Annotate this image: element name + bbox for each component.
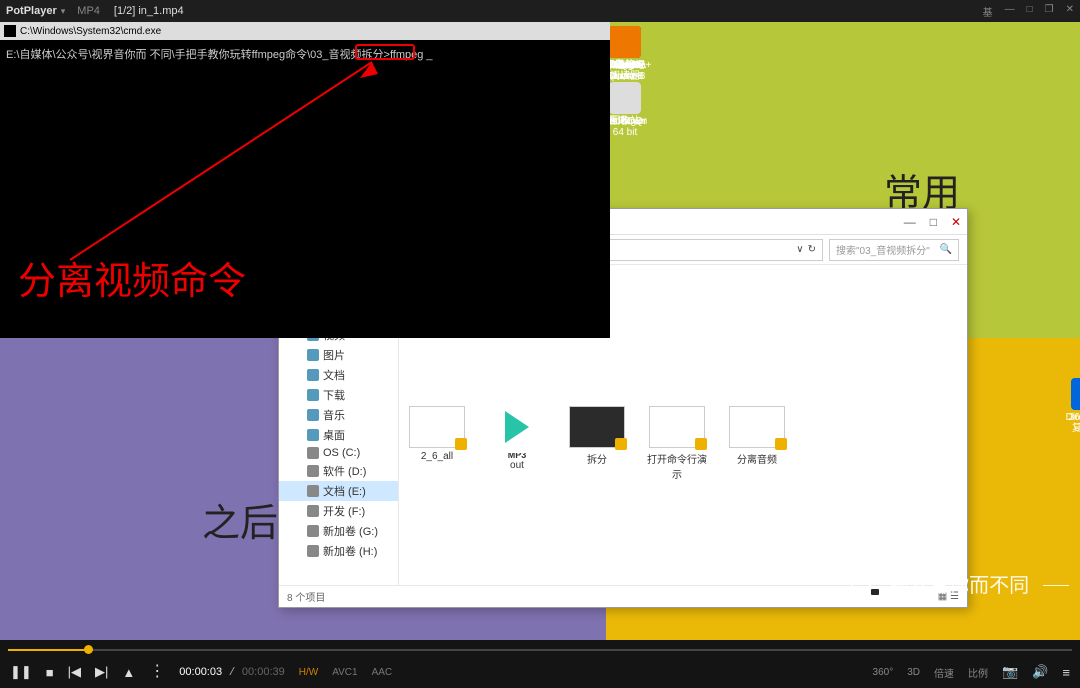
sidebar-item[interactable]: 新加卷 (H:) <box>279 541 398 561</box>
time-display: 00:00:03 / 00:00:39 <box>179 666 284 679</box>
next-button[interactable]: ▶| <box>95 664 108 680</box>
format-label: MP4 <box>77 5 100 17</box>
hw-tag[interactable]: H/W <box>299 667 318 678</box>
file-item[interactable]: 拆分 <box>567 406 627 481</box>
vr-button[interactable]: 360° <box>873 667 894 678</box>
more-button[interactable]: ⋮ <box>149 668 165 676</box>
desktop: 常用 之后 Make印象笔记微信msys2Notepad++qtcreator极… <box>0 22 1080 640</box>
desktop-icon[interactable]: DirectX修复工具 <box>1064 378 1080 434</box>
search-input[interactable]: 搜索"03_音视频拆分"🔍 <box>829 239 959 261</box>
file-item[interactable]: 分离音频 <box>727 406 787 481</box>
sidebar-item[interactable]: 图片 <box>279 345 398 365</box>
cmd-body[interactable]: E:\自媒体\公众号\视界音你而 不同\手把手教你玩转ffmpeg命令\03_音… <box>0 40 610 338</box>
wechat-icon <box>851 571 881 597</box>
seekbar[interactable] <box>0 640 1080 656</box>
minimize-icon[interactable]: — <box>1005 4 1015 19</box>
maximize-icon[interactable]: □ <box>1027 4 1033 19</box>
stop-button[interactable]: ■ <box>46 665 54 680</box>
eject-button[interactable]: ▲ <box>122 665 135 680</box>
3d-button[interactable]: 3D <box>907 667 920 678</box>
playlist-button[interactable]: ≡ <box>1062 665 1070 680</box>
app-dropdown-icon[interactable]: ▾ <box>61 6 66 17</box>
explorer-close-icon[interactable]: ✕ <box>951 215 961 229</box>
file-item[interactable]: MP3out <box>487 406 547 481</box>
watermark: 视界音你而不同 — — <box>851 569 1066 598</box>
label-after: 之后 <box>202 492 278 547</box>
volume-button[interactable]: 🔊 <box>1032 664 1048 680</box>
file-item[interactable]: 2_6_all <box>407 406 467 481</box>
speed-button[interactable]: 倍速 <box>934 665 954 680</box>
sidebar-item[interactable]: 文档 <box>279 365 398 385</box>
annotation-text: 分离视频命令 <box>18 250 246 305</box>
video-codec: AVC1 <box>332 667 357 678</box>
cmd-window: C:\Windows\System32\cmd.exe E:\自媒体\公众号\视… <box>0 22 610 338</box>
player-controls: ❚❚ ■ |◀ ▶| ▲ ⋮ 00:00:03 / 00:00:39 H/W A… <box>0 640 1080 688</box>
cmd-titlebar: C:\Windows\System32\cmd.exe <box>0 22 610 40</box>
sidebar-item[interactable]: 文档 (E:) <box>279 481 398 501</box>
sidebar-item[interactable]: 开发 (F:) <box>279 501 398 521</box>
sidebar-item[interactable]: 音乐 <box>279 405 398 425</box>
sidebar-item[interactable]: 桌面 <box>279 425 398 445</box>
close-icon[interactable]: ✕ <box>1066 4 1074 19</box>
titlebar: PotPlayer ▾ MP4 [1/2] in_1.mp4 基 — □ ❐ ✕ <box>0 0 1080 22</box>
sidebar-item[interactable]: 新加卷 (G:) <box>279 521 398 541</box>
video-area: 常用 之后 Make印象笔记微信msys2Notepad++qtcreator极… <box>0 22 1080 640</box>
capture-button[interactable]: 📷 <box>1002 664 1018 680</box>
sidebar-item[interactable]: OS (C:) <box>279 445 398 461</box>
cmd-icon <box>4 25 16 37</box>
filename: [1/2] in_1.mp4 <box>114 5 184 17</box>
audio-codec: AAC <box>372 667 393 678</box>
ratio-button[interactable]: 比例 <box>968 665 988 680</box>
red-highlight-box <box>355 44 415 60</box>
restore-icon[interactable]: ❐ <box>1045 4 1054 19</box>
app-name: PotPlayer <box>6 5 57 17</box>
thumbtack-icon[interactable]: 基 <box>983 4 993 19</box>
pause-button[interactable]: ❚❚ <box>10 664 32 680</box>
sidebar-item[interactable]: 下载 <box>279 385 398 405</box>
explorer-min-icon[interactable]: — <box>904 215 916 229</box>
explorer-max-icon[interactable]: □ <box>930 215 937 229</box>
sidebar-item[interactable]: 软件 (D:) <box>279 461 398 481</box>
prev-button[interactable]: |◀ <box>68 664 81 680</box>
window-buttons: 基 — □ ❐ ✕ <box>983 4 1074 19</box>
file-item[interactable]: 打开命令行演示 <box>647 406 707 481</box>
